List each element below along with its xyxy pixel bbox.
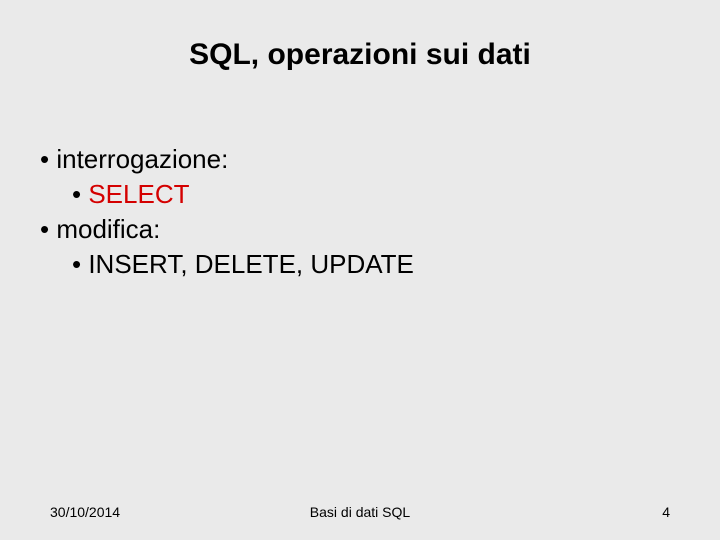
bullet-select: • SELECT <box>72 177 684 212</box>
bullet-interrogazione: • interrogazione: <box>40 142 684 177</box>
footer-page: 4 <box>662 504 670 520</box>
slide-content: • interrogazione: • SELECT • modifica: •… <box>40 142 684 282</box>
bullet-modifica: • modifica: <box>40 212 684 247</box>
slide-footer: 30/10/2014 Basi di dati SQL 4 <box>0 504 720 520</box>
bullet-modifica-text: modifica: <box>56 214 160 244</box>
footer-date: 30/10/2014 <box>50 504 120 520</box>
footer-center: Basi di dati SQL <box>310 504 410 520</box>
bullet-select-text: SELECT <box>88 179 189 209</box>
slide: SQL, operazioni sui dati • interrogazion… <box>0 0 720 540</box>
bullet-iud: • INSERT, DELETE, UPDATE <box>72 247 684 282</box>
bullet-interrogazione-text: interrogazione: <box>56 144 228 174</box>
bullet-iud-text: INSERT, DELETE, UPDATE <box>88 249 414 279</box>
slide-title: SQL, operazioni sui dati <box>36 38 684 72</box>
